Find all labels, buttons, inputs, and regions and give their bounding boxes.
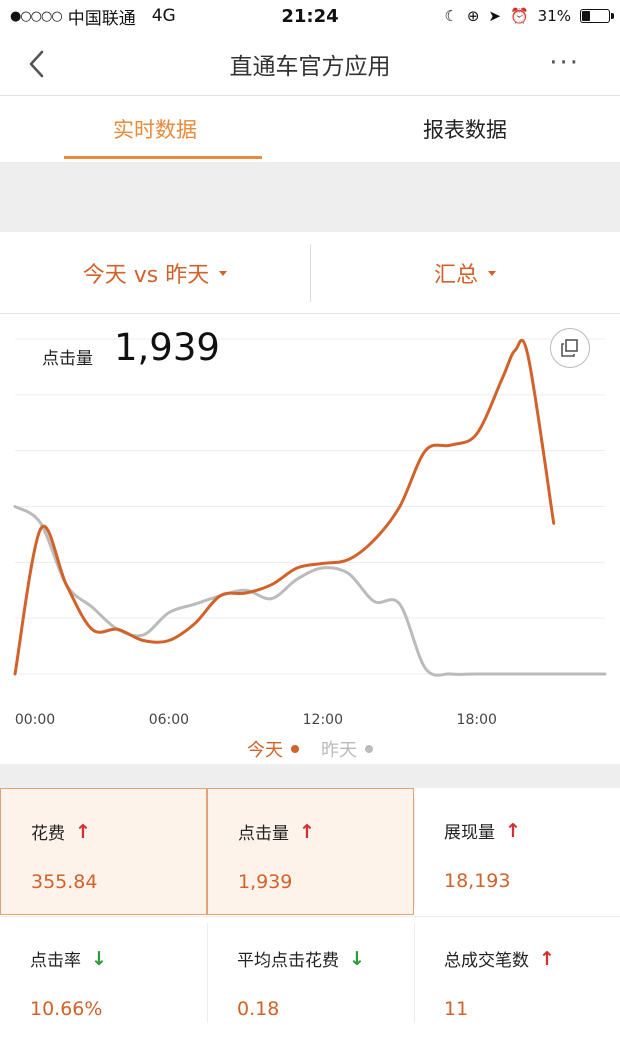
trend-icon: ↑ (539, 947, 555, 970)
metric-value: 0.18 (237, 998, 280, 1020)
orientation-lock-icon: ⊕ (466, 7, 480, 25)
fullscreen-button[interactable] (550, 328, 590, 368)
active-tab-indicator (64, 156, 262, 159)
metric-value: 11 (444, 998, 469, 1020)
legend-item-today[interactable]: 今天 (247, 736, 299, 762)
metric-name: 花费 ↑ (31, 819, 91, 845)
x-tick-label: 18:00 (457, 712, 497, 728)
location-icon: ➤ (488, 7, 501, 25)
section-separator (0, 162, 620, 232)
metric-name-text: 展现量 (444, 823, 495, 843)
metric-name-text: 平均点击花费 (237, 951, 339, 971)
metric-card-impressions[interactable]: 展现量 ↑ 18,193 (414, 788, 620, 915)
page-title: 直通车官方应用 (229, 53, 391, 80)
trend-icon: ↓ (91, 947, 107, 970)
x-tick-label: 06:00 (149, 712, 189, 728)
chart-metric-value: 1,939 (114, 326, 220, 369)
scope-label: 汇总 (433, 262, 478, 288)
network-type: 4G (151, 6, 176, 26)
metric-card-cost[interactable]: 花费 ↑ 355.84 (0, 788, 207, 915)
metric-card-avg-cpc[interactable]: 平均点击花费 ↓ 0.18 (207, 916, 414, 1043)
metric-name-text: 花费 (31, 824, 65, 844)
metric-card-clicks[interactable]: 点击量 ↑ 1,939 (207, 788, 414, 915)
caret-down-icon (488, 271, 496, 276)
selector-divider (310, 244, 311, 302)
status-bar: ●○○○○ 中国联通 4G 21:24 ☾ ⊕ ➤ ⏰ 31% (0, 0, 620, 32)
trend-icon: ↓ (349, 947, 365, 970)
chart-legend: 今天 昨天 (0, 736, 620, 762)
legend-item-yesterday[interactable]: 昨天 (321, 736, 373, 762)
signal-strength-icon: ●○○○○ (10, 8, 63, 24)
section-separator (0, 764, 620, 788)
tab-report-data[interactable]: 报表数据 (310, 96, 620, 162)
battery-icon (580, 9, 614, 23)
carrier-name: 中国联通 (67, 8, 136, 29)
metric-card-ctr[interactable]: 点击率 ↓ 10.66% (0, 916, 207, 1043)
status-right: ☾ ⊕ ➤ ⏰ 31% (444, 7, 614, 25)
status-left: ●○○○○ 中国联通 4G (10, 4, 240, 29)
metric-name-text: 总成交笔数 (444, 951, 529, 971)
tab-realtime-data[interactable]: 实时数据 (0, 96, 310, 162)
chart-metric-label: 点击量 (42, 349, 93, 369)
metric-card-total-orders[interactable]: 总成交笔数 ↑ 11 (414, 916, 620, 1043)
battery-fill (582, 11, 591, 21)
legend-label-yesterday: 昨天 (321, 740, 357, 761)
metric-name: 点击量 ↑ (238, 819, 315, 845)
caret-down-icon (219, 271, 228, 276)
metric-value: 18,193 (444, 870, 511, 892)
filter-selectors: 今天 vs 昨天 汇总 (0, 232, 620, 314)
legend-dot-yesterday (365, 745, 373, 753)
metric-name: 平均点击花费 ↓ (237, 946, 365, 972)
metric-name-text: 点击率 (30, 951, 81, 971)
do-not-disturb-icon: ☾ (444, 7, 458, 25)
metric-name-text: 点击量 (238, 824, 289, 844)
line-chart: 00:00 06:00 12:00 18:00 点击量 1,939 今天 昨天 (0, 314, 620, 764)
legend-label-today: 今天 (247, 740, 283, 761)
metric-value: 1,939 (238, 871, 293, 893)
metric-name: 点击率 ↓ (30, 946, 107, 972)
compare-period-label: 今天 vs 昨天 (82, 262, 210, 288)
alarm-icon: ⏰ (509, 7, 529, 25)
metric-name: 总成交笔数 ↑ (444, 946, 555, 972)
more-options-button[interactable]: ··· (549, 50, 580, 76)
metric-value: 10.66% (30, 998, 103, 1020)
back-button[interactable] (24, 48, 52, 80)
legend-dot-today (291, 745, 299, 753)
chart-canvas: 00:00 06:00 12:00 18:00 (13, 338, 607, 728)
nav-bar: 直通车官方应用 ··· (0, 32, 620, 96)
battery-percent: 31% (537, 7, 571, 25)
scope-dropdown[interactable]: 汇总 (310, 232, 620, 313)
series-line-yesterday (13, 505, 607, 677)
fullscreen-icon (561, 339, 578, 357)
metric-value: 355.84 (31, 871, 98, 893)
metrics-grid: 花费 ↑ 355.84 点击量 ↑ 1,939 展现量 ↑ 18,193 点击率 ↓ 1… (0, 788, 620, 1048)
tab-bar: 实时数据 报表数据 (0, 96, 620, 162)
trend-icon: ↑ (75, 820, 91, 843)
series-line-today (13, 338, 556, 676)
chevron-left-icon (29, 50, 44, 78)
compare-period-dropdown[interactable]: 今天 vs 昨天 (0, 232, 310, 313)
metric-name: 展现量 ↑ (444, 818, 521, 844)
x-tick-label: 00:00 (15, 712, 55, 728)
x-tick-label: 12:00 (303, 712, 343, 728)
trend-icon: ↑ (505, 819, 521, 842)
trend-icon: ↑ (299, 820, 315, 843)
